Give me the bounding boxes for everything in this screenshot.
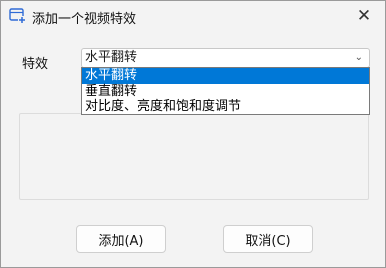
close-button[interactable]: ✕ <box>349 3 379 29</box>
title-bar: 添加一个视频特效 ✕ <box>1 1 385 31</box>
dropdown-option-horizontal-flip[interactable]: 水平翻转 <box>82 68 369 84</box>
effect-dropdown-list[interactable]: 水平翻转 垂直翻转 对比度、亮度和饱和度调节 <box>81 67 370 115</box>
dropdown-option-vertical-flip[interactable]: 垂直翻转 <box>82 84 369 100</box>
add-effect-icon <box>9 7 26 24</box>
cancel-button[interactable]: 取消(C) <box>223 225 313 253</box>
window-title: 添加一个视频特效 <box>32 12 137 27</box>
effect-label: 特效 <box>22 57 49 72</box>
dialog-window: 添加一个视频特效 ✕ 特效 水平翻转 ⌄ 水平翻转 垂直翻转 对比度、亮度和饱和… <box>0 0 386 268</box>
effect-select-value: 水平翻转 <box>85 50 138 65</box>
dropdown-option-contrast-brightness-saturation[interactable]: 对比度、亮度和饱和度调节 <box>82 99 369 115</box>
effect-select[interactable]: 水平翻转 ⌄ <box>81 48 370 68</box>
chevron-down-icon[interactable]: ⌄ <box>355 49 363 67</box>
effect-options-group <box>19 113 369 200</box>
add-button[interactable]: 添加(A) <box>76 225 166 253</box>
